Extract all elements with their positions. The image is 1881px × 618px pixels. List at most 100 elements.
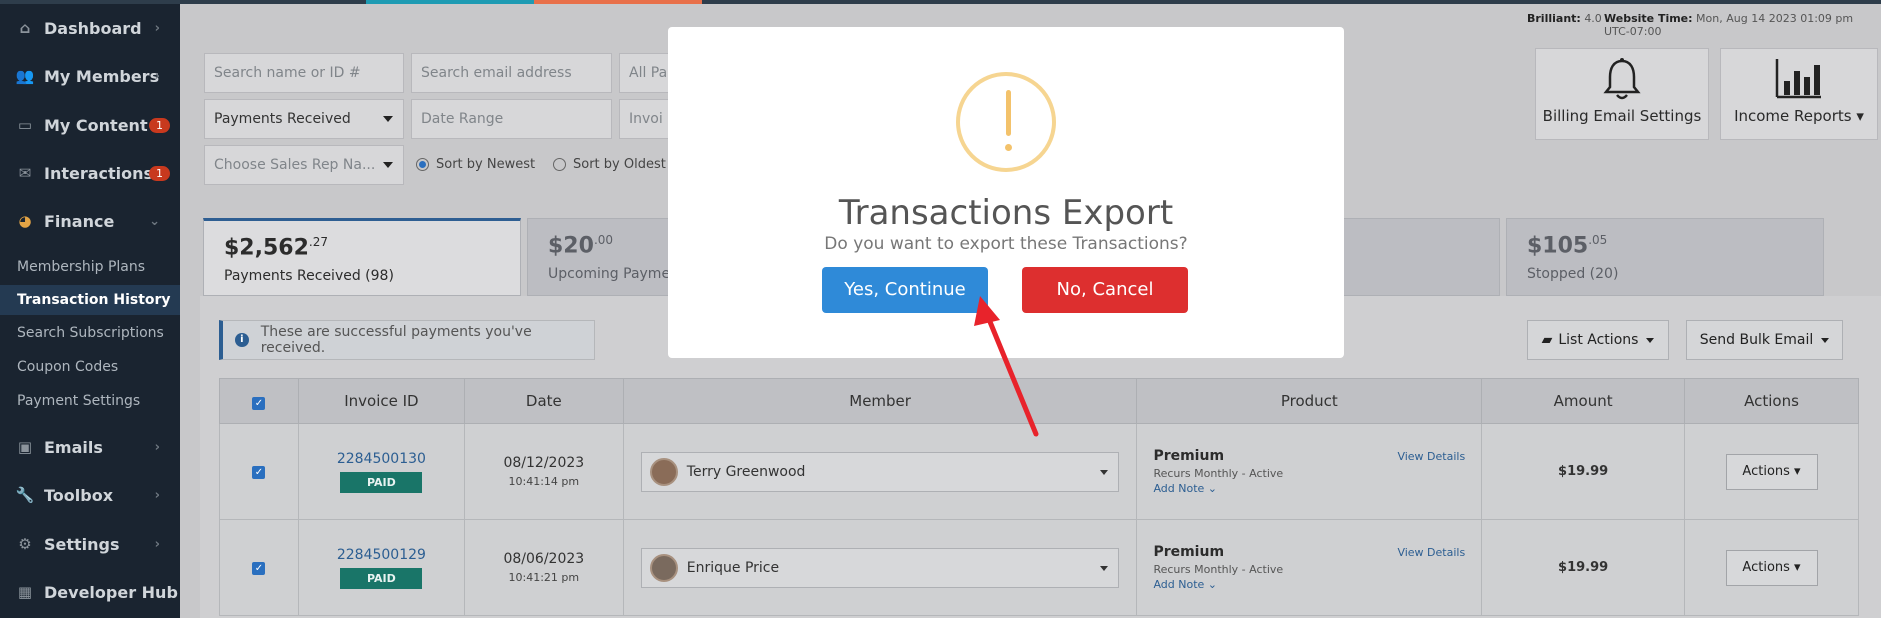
amount-cell: $19.99 bbox=[1481, 519, 1686, 616]
grid-icon: ▦ bbox=[17, 583, 33, 601]
brilliant-value: 4.0 bbox=[1584, 12, 1602, 25]
column-header-amount[interactable]: Amount bbox=[1481, 378, 1686, 424]
member-select[interactable]: Terry Greenwood bbox=[640, 451, 1120, 492]
time-value: 10:41:14 pm bbox=[508, 475, 580, 488]
sort-oldest-radio[interactable]: Sort by Oldest bbox=[553, 157, 666, 172]
status-badge: PAID bbox=[340, 471, 423, 493]
sidebar-item-label: My Content bbox=[44, 115, 148, 135]
sidebar-subitem-label: Search Subscriptions bbox=[17, 325, 164, 341]
invoice-link[interactable]: 2284500130 bbox=[299, 451, 464, 467]
invoice-link[interactable]: 2284500129 bbox=[299, 547, 464, 563]
chevron-down-icon bbox=[383, 116, 393, 122]
sidebar-item-label: Emails bbox=[44, 437, 103, 457]
sidebar-item-label: Settings bbox=[44, 534, 120, 554]
bar-chart-icon bbox=[1775, 59, 1821, 99]
search-name-input[interactable]: Search name or ID # bbox=[204, 53, 404, 93]
info-text: These are successful payments you've rec… bbox=[260, 324, 532, 356]
actions-button[interactable]: Actions ▾ bbox=[1725, 549, 1818, 586]
view-details-link[interactable]: View Details bbox=[1397, 546, 1465, 559]
recurs-status: Recurs Monthly - Active bbox=[1153, 563, 1284, 576]
caret-down-icon: ▾ bbox=[1856, 107, 1864, 125]
member-name: Enrique Price bbox=[686, 559, 780, 576]
sidebar-subitem-coupon-codes[interactable]: Coupon Codes bbox=[0, 352, 180, 382]
row-checkbox[interactable]: ✓ bbox=[252, 562, 266, 575]
row-checkbox[interactable]: ✓ bbox=[252, 466, 266, 479]
sidebar-item-label: Dashboard bbox=[44, 18, 142, 38]
tab-payments-received[interactable]: $2,562.27 Payments Received (98) bbox=[203, 218, 521, 296]
column-header-member[interactable]: Member bbox=[622, 378, 1138, 424]
website-time: Website Time: Mon, Aug 14 2023 01:09 pm … bbox=[1604, 12, 1881, 38]
bell-icon bbox=[1603, 58, 1641, 100]
sidebar-subitem-transaction-history[interactable]: Transaction History bbox=[0, 285, 188, 315]
sort-newest-radio[interactable]: Sort by Newest bbox=[416, 157, 535, 172]
sidebar-subitem-membership-plans[interactable]: Membership Plans bbox=[0, 252, 180, 282]
sidebar-item-my-members[interactable]: 👥 My Members › bbox=[0, 56, 180, 96]
radio-label: Sort by Newest bbox=[436, 157, 536, 172]
send-bulk-email-label: Send Bulk Email bbox=[1699, 332, 1814, 348]
yes-continue-button[interactable]: Yes, Continue bbox=[822, 267, 988, 313]
sidebar-item-developer-hub[interactable]: ▦ Developer Hub bbox=[0, 572, 180, 612]
date-range-input[interactable]: Date Range bbox=[411, 99, 612, 139]
sidebar-subitem-label: Coupon Codes bbox=[17, 359, 119, 375]
avatar bbox=[649, 553, 678, 582]
avatar bbox=[649, 457, 678, 486]
users-icon: 👥 bbox=[15, 67, 35, 85]
actions-button[interactable]: Actions ▾ bbox=[1725, 453, 1818, 490]
search-email-input[interactable]: Search email address bbox=[411, 53, 612, 93]
select-all-checkbox[interactable]: ✓ bbox=[252, 397, 266, 410]
sidebar-item-label: My Members bbox=[44, 66, 160, 86]
comments-icon: ✉ bbox=[18, 164, 32, 182]
add-note-link[interactable]: Add Note ⌄ bbox=[1153, 578, 1481, 591]
income-reports-button[interactable]: Income Reports ▾ bbox=[1720, 48, 1878, 140]
list-actions-button[interactable]: ▰ List Actions bbox=[1527, 320, 1669, 360]
select-value: Choose Sales Rep Na... bbox=[214, 157, 376, 173]
status-badge: PAID bbox=[340, 567, 423, 589]
sidebar-item-my-content[interactable]: ▭ My Content 1 bbox=[0, 105, 180, 145]
actions-cell: Actions ▾ bbox=[1684, 423, 1859, 520]
actions-cell: Actions ▾ bbox=[1684, 519, 1859, 616]
amount-cell: $19.99 bbox=[1481, 423, 1686, 520]
row-select-cell: ✓ bbox=[219, 423, 299, 520]
sidebar-subitem-label: Transaction History bbox=[17, 292, 171, 308]
sidebar-item-finance[interactable]: ◕ Finance ⌄ bbox=[0, 201, 180, 241]
sidebar-item-settings[interactable]: ⚙ Settings › bbox=[0, 524, 180, 564]
annotation-arrow-icon bbox=[974, 296, 1039, 437]
member-select[interactable]: Enrique Price bbox=[640, 547, 1120, 588]
date-value: 08/12/2023 bbox=[503, 455, 585, 471]
sidebar-subitem-payment-settings[interactable]: Payment Settings bbox=[0, 386, 180, 416]
billing-email-settings-button[interactable]: Billing Email Settings bbox=[1535, 48, 1709, 140]
chevron-right-icon: › bbox=[154, 439, 160, 455]
sidebar-item-emails[interactable]: ▣ Emails › bbox=[0, 427, 180, 467]
chevron-right-icon: › bbox=[154, 536, 160, 552]
sidebar-item-label: Toolbox bbox=[44, 485, 114, 505]
column-header-actions: Actions bbox=[1684, 378, 1859, 424]
payment-type-select[interactable]: Payments Received bbox=[204, 99, 404, 139]
date-cell: 08/12/2023 10:41:14 pm bbox=[463, 423, 624, 520]
add-note-link[interactable]: Add Note ⌄ bbox=[1153, 482, 1481, 495]
placeholder-text: Search email address bbox=[421, 65, 572, 81]
folder-open-icon: ▰ bbox=[1541, 332, 1553, 348]
column-header-invoice[interactable]: Invoice ID bbox=[297, 378, 465, 424]
notification-badge: 1 bbox=[149, 165, 170, 181]
sidebar-subitem-search-subscriptions[interactable]: Search Subscriptions bbox=[0, 318, 180, 348]
select-value: All Pa bbox=[629, 65, 668, 81]
sidebar-item-dashboard[interactable]: ⌂ Dashboard › bbox=[0, 8, 180, 48]
placeholder-text: Search name or ID # bbox=[214, 65, 361, 81]
tab-label: Payments Received (98) bbox=[224, 268, 394, 285]
send-bulk-email-button[interactable]: Send Bulk Email bbox=[1686, 320, 1843, 360]
sidebar-item-toolbox[interactable]: 🔧 Toolbox › bbox=[0, 475, 180, 515]
member-cell: Terry Greenwood bbox=[622, 423, 1138, 520]
sidebar-item-interactions[interactable]: ✉ Interactions 1 bbox=[0, 153, 180, 193]
chevron-down-icon bbox=[1100, 469, 1109, 475]
income-reports-label: Income Reports bbox=[1734, 107, 1852, 125]
member-name: Terry Greenwood bbox=[686, 463, 806, 480]
sales-rep-select[interactable]: Choose Sales Rep Na... bbox=[204, 145, 404, 185]
tab-amount: $2,562.27 bbox=[224, 235, 328, 261]
tab-stopped[interactable]: $105.05 Stopped (20) bbox=[1506, 218, 1824, 296]
select-value: Payments Received bbox=[214, 111, 351, 127]
column-header-date[interactable]: Date bbox=[463, 378, 624, 424]
placeholder-text: Invoi bbox=[629, 111, 663, 127]
recurs-status: Recurs Monthly - Active bbox=[1153, 467, 1284, 480]
view-details-link[interactable]: View Details bbox=[1397, 450, 1465, 463]
column-header-product[interactable]: Product bbox=[1136, 378, 1483, 424]
